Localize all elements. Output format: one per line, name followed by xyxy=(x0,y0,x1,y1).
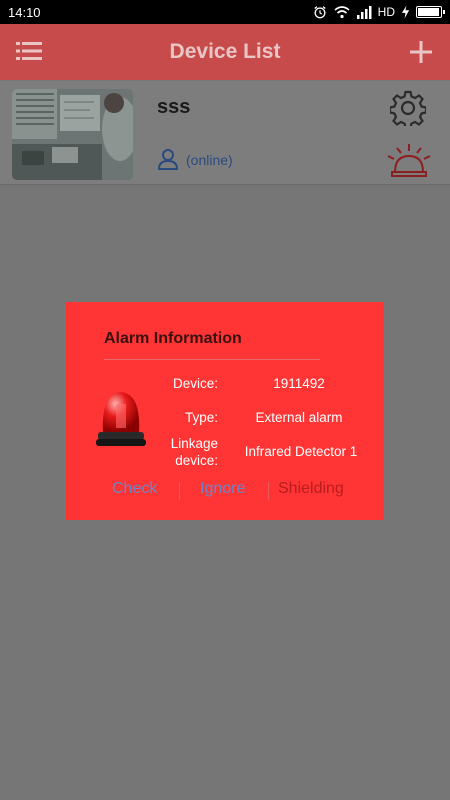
network-type: HD xyxy=(377,5,395,19)
gear-icon[interactable] xyxy=(390,90,426,126)
menu-icon[interactable] xyxy=(16,40,42,62)
check-button[interactable]: Check xyxy=(112,480,157,498)
dialog-actions: Check Ignore Shielding xyxy=(66,480,384,502)
status-icons: HD xyxy=(312,5,445,19)
dialog-title: Alarm Information xyxy=(104,330,242,347)
battery-icon xyxy=(416,6,445,18)
alarm-dialog: Alarm Information Device: 1911492 Type: … xyxy=(66,302,384,520)
camera-preview-image xyxy=(12,89,133,180)
user-icon xyxy=(157,149,179,170)
dialog-divider xyxy=(104,359,320,360)
device-status: (online) xyxy=(186,152,233,168)
type-value: External alarm xyxy=(255,410,343,425)
alarm-clock-icon xyxy=(313,6,326,19)
device-value: 1911492 xyxy=(273,376,325,391)
device-name: sss xyxy=(157,96,191,118)
device-list-item[interactable] xyxy=(0,81,450,185)
type-label: Type: xyxy=(184,410,218,425)
ignore-button[interactable]: Ignore xyxy=(200,480,245,498)
action-divider xyxy=(179,482,180,500)
status-bar: 14:10 HD xyxy=(0,0,450,24)
alarm-bell-icon[interactable] xyxy=(386,142,432,178)
app-header: Device List xyxy=(0,24,450,80)
page-title: Device List xyxy=(169,40,281,63)
linkage-label-line2: device: xyxy=(175,453,218,468)
action-divider xyxy=(268,482,269,500)
device-label: Device: xyxy=(172,376,218,391)
status-time: 14:10 xyxy=(8,4,41,20)
charging-icon xyxy=(401,5,410,19)
add-icon[interactable] xyxy=(410,41,432,63)
shielding-button[interactable]: Shielding xyxy=(278,480,344,498)
device-thumbnail[interactable] xyxy=(12,89,133,180)
signal-icon xyxy=(356,6,372,19)
linkage-value: Infrared Detector 1 xyxy=(244,444,358,459)
wifi-icon xyxy=(334,6,350,19)
linkage-label-line1: Linkage xyxy=(170,436,218,451)
